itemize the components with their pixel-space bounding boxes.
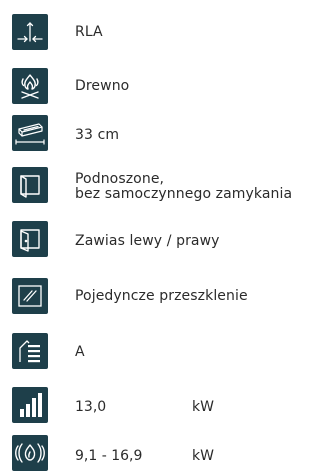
feature-unit-power-range: kW (192, 448, 214, 464)
feature-label-glazing: Pojedyncze przeszklenie (75, 288, 248, 304)
hinge-door-icon (12, 221, 48, 257)
feature-unit-nominal-power: kW (192, 399, 214, 415)
log-length-icon (12, 115, 48, 151)
energy-class-icon (12, 333, 48, 369)
heat-range-icon (12, 435, 48, 471)
feature-row-power-range: 9,1 - 16,9 kW (0, 429, 322, 471)
air-supply-arrows-icon (12, 14, 48, 50)
feature-row-air-supply: RLA (0, 12, 322, 52)
single-glazing-icon (12, 278, 48, 314)
feature-row-energy-class: A (0, 331, 322, 371)
feature-row-log-length: 33 cm (0, 113, 322, 153)
feature-value-nominal-power: 13,0 (75, 399, 107, 415)
power-bars-icon (12, 387, 48, 423)
feature-row-glazing: Pojedyncze przeszklenie (0, 276, 322, 316)
wood-flame-icon (12, 68, 48, 104)
feature-label-fuel: Drewno (75, 78, 130, 94)
lift-door-icon (12, 167, 48, 203)
feature-row-fuel: Drewno (0, 66, 322, 106)
feature-label-hinge: Zawias lewy / prawy (75, 233, 220, 249)
feature-label-air-supply: RLA (75, 24, 103, 40)
feature-label-energy-class: A (75, 344, 85, 360)
feature-label-log-length: 33 cm (75, 127, 120, 143)
feature-value-power-range: 9,1 - 16,9 (75, 448, 143, 464)
feature-row-door-type: Podnoszone, bez samoczynnego zamykania (0, 165, 322, 205)
feature-label-door-type-line2: bez samoczynnego zamykania (75, 186, 293, 202)
feature-row-nominal-power: 13,0 kW (0, 385, 322, 425)
feature-row-hinge: Zawias lewy / prawy (0, 219, 322, 259)
